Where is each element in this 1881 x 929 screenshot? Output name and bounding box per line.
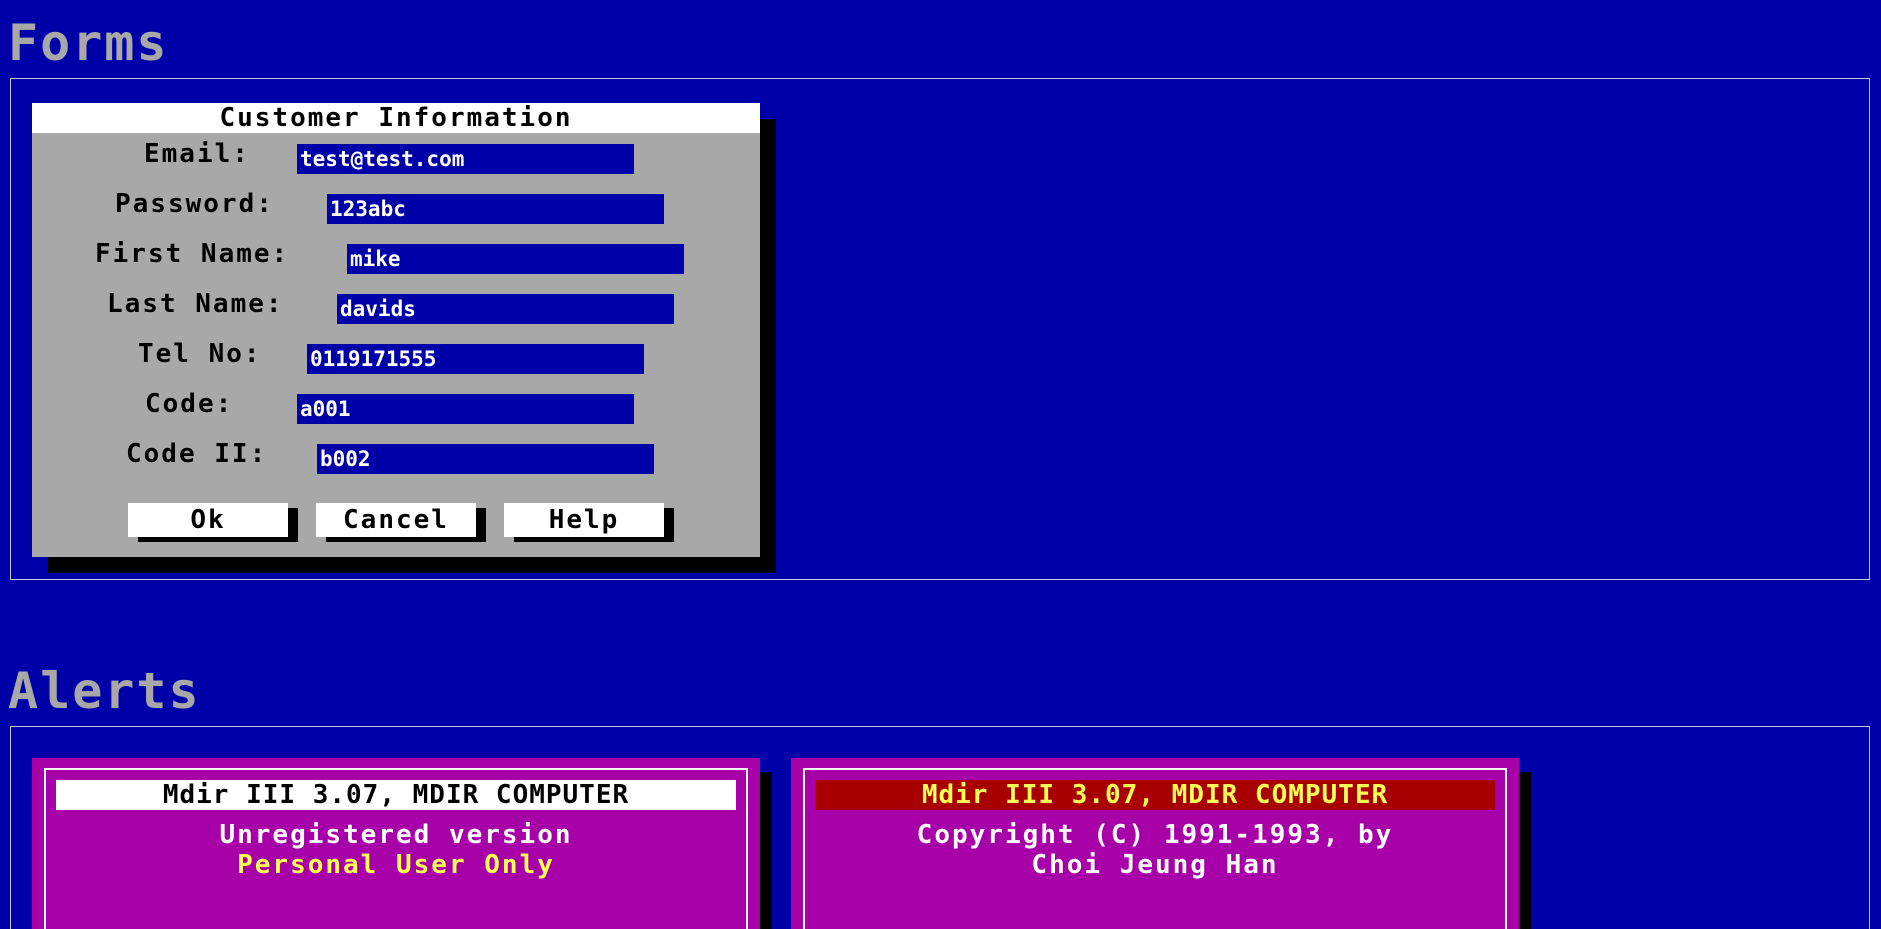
help-button[interactable]: Help <box>504 503 664 537</box>
email-label: Email: <box>144 139 250 169</box>
customer-information-dialog: Customer Information Email: test@test.co… <box>32 103 760 557</box>
password-label: Password: <box>115 189 274 219</box>
ok-button[interactable]: Ok <box>128 503 288 537</box>
code-ii-field[interactable]: b002 <box>317 444 654 474</box>
alert-copyright-title: Mdir III 3.07, MDIR COMPUTER <box>815 780 1495 810</box>
alert-unregistered-border: Mdir III 3.07, MDIR COMPUTER Unregistere… <box>44 768 748 929</box>
alert-unregistered-title: Mdir III 3.07, MDIR COMPUTER <box>56 780 736 810</box>
forms-heading: Forms <box>8 14 169 72</box>
first-name-label: First Name: <box>95 239 290 269</box>
code-label: Code: <box>145 389 234 419</box>
cancel-button[interactable]: Cancel <box>316 503 476 537</box>
last-name-label: Last Name: <box>107 289 284 319</box>
alert-copyright-line2: Choi Jeung Han <box>1031 850 1279 880</box>
dialog-title: Customer Information <box>32 103 760 133</box>
first-name-field[interactable]: mike <box>347 244 684 274</box>
tel-no-label: Tel No: <box>138 339 262 369</box>
code-ii-label: Code II: <box>126 439 268 469</box>
email-field[interactable]: test@test.com <box>297 144 634 174</box>
alert-copyright: Mdir III 3.07, MDIR COMPUTER Copyright (… <box>791 758 1519 929</box>
alert-unregistered-line1: Unregistered version <box>219 820 573 850</box>
alert-unregistered-line2: Personal User Only <box>237 850 555 880</box>
password-field[interactable]: 123abc <box>327 194 664 224</box>
alert-unregistered: Mdir III 3.07, MDIR COMPUTER Unregistere… <box>32 758 760 929</box>
code-field[interactable]: a001 <box>297 394 634 424</box>
alert-copyright-border: Mdir III 3.07, MDIR COMPUTER Copyright (… <box>803 768 1507 929</box>
alerts-heading: Alerts <box>8 662 201 720</box>
alert-copyright-line1: Copyright (C) 1991-1993, by <box>916 820 1394 850</box>
tel-no-field[interactable]: 0119171555 <box>307 344 644 374</box>
last-name-field[interactable]: davids <box>337 294 674 324</box>
